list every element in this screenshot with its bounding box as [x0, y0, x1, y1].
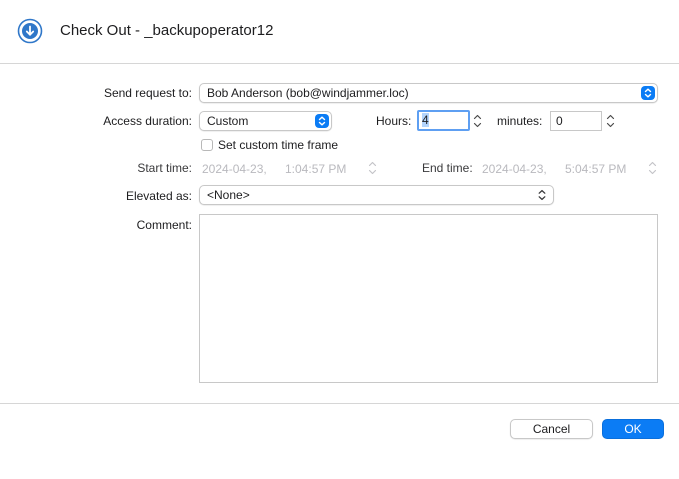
- dialog-title: Check Out - _backupoperator12: [60, 22, 274, 39]
- access-duration-popup[interactable]: Custom: [199, 111, 332, 131]
- custom-time-frame-label: Set custom time frame: [218, 138, 339, 152]
- minutes-value: 0: [556, 114, 563, 128]
- dialog-footer: Cancel OK: [0, 404, 679, 479]
- hours-value: 4: [422, 113, 429, 127]
- comment-textarea[interactable]: [199, 214, 658, 383]
- send-request-label: Send request to:: [103, 86, 192, 100]
- chevron-updown-icon: [641, 86, 655, 100]
- chevron-updown-icon: [538, 189, 546, 201]
- hours-field[interactable]: 4: [417, 110, 470, 131]
- dialog-header: Check Out - _backupoperator12: [0, 0, 679, 63]
- comment-label: Comment:: [136, 218, 192, 232]
- send-request-popup[interactable]: Bob Anderson (bob@windjammer.loc): [199, 83, 658, 103]
- start-time-label: Start time:: [137, 161, 192, 175]
- check-out-dialog: Check Out - _backupoperator12 Send reque…: [0, 0, 679, 479]
- elevated-as-label: Elevated as:: [125, 189, 192, 203]
- end-clock-value[interactable]: 5:04:57 PM: [565, 162, 626, 176]
- start-time-stepper[interactable]: [367, 158, 378, 178]
- access-duration-label: Access duration:: [103, 114, 192, 128]
- ok-button[interactable]: OK: [602, 419, 664, 439]
- custom-time-frame-checkbox[interactable]: [201, 139, 213, 151]
- hours-stepper[interactable]: [472, 111, 483, 131]
- start-clock-value[interactable]: 1:04:57 PM: [285, 162, 346, 176]
- dialog-body: Send request to: Bob Anderson (bob@windj…: [0, 64, 679, 403]
- chevron-updown-icon: [315, 114, 329, 128]
- start-date-value[interactable]: 2024-04-23,: [202, 162, 267, 176]
- minutes-stepper[interactable]: [605, 111, 616, 131]
- end-time-stepper[interactable]: [647, 158, 658, 178]
- minutes-field[interactable]: 0: [550, 111, 602, 131]
- end-time-label: End time:: [422, 161, 473, 175]
- send-request-value: Bob Anderson (bob@windjammer.loc): [207, 86, 409, 100]
- elevated-as-value: <None>: [207, 188, 250, 202]
- end-date-value[interactable]: 2024-04-23,: [482, 162, 547, 176]
- download-circle-icon: [17, 18, 43, 44]
- hours-label: Hours:: [376, 114, 412, 128]
- access-duration-value: Custom: [207, 114, 249, 128]
- cancel-button[interactable]: Cancel: [510, 419, 593, 439]
- elevated-as-popup[interactable]: <None>: [199, 185, 554, 205]
- minutes-label: minutes:: [497, 114, 543, 128]
